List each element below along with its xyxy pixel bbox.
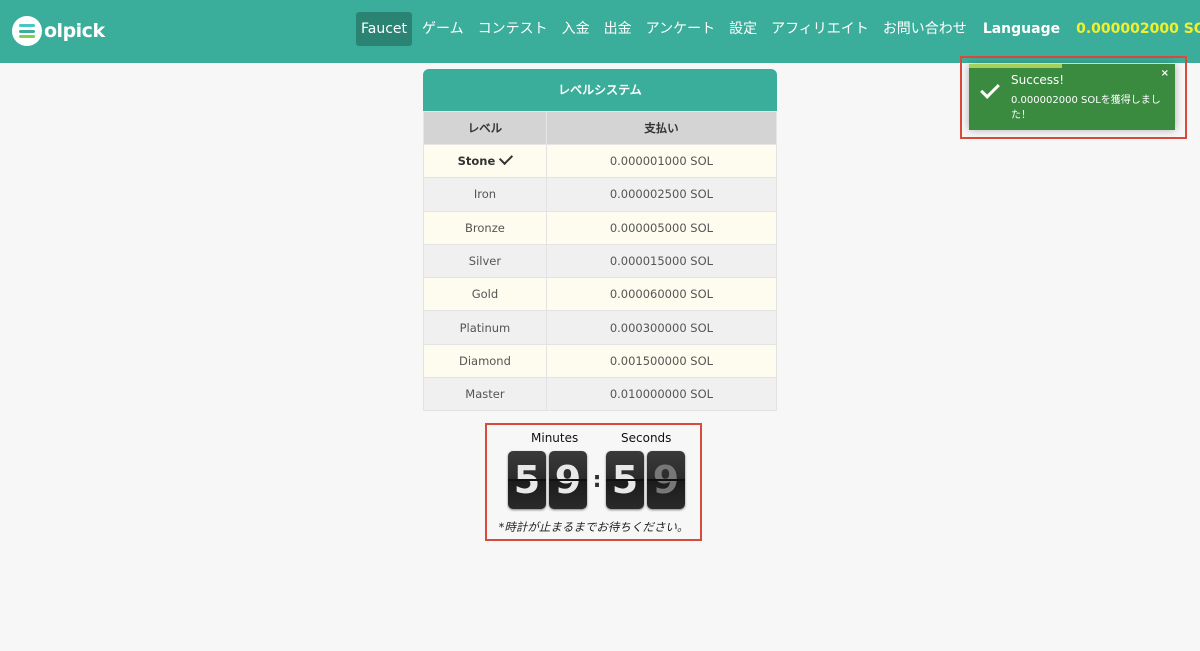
close-icon[interactable]: × <box>1161 68 1169 79</box>
toast-message: 0.000002000 SOLを獲得しました！ <box>1011 95 1161 121</box>
level-column-header: レベル <box>423 111 547 145</box>
level-system-title: レベルシステム <box>423 69 777 111</box>
toast-progress-bar <box>969 64 1062 68</box>
level-cell: Platinum <box>423 310 547 345</box>
table-row: Iron 0.000002500 SOL <box>423 177 778 212</box>
minutes-label: Minutes <box>531 431 579 445</box>
balance-display: 0.000002000 SOL <box>1076 21 1200 37</box>
solpick-logo[interactable]: olpick <box>12 14 105 48</box>
level-cell: Silver <box>423 243 547 279</box>
table-row: Bronze 0.000005000 SOL <box>423 210 778 245</box>
timer-separator: : <box>592 467 602 493</box>
countdown-timer: Minutes Seconds 5 9 : 5 9 *時計が止まるまでお待ちくだ… <box>485 423 702 541</box>
nav-games[interactable]: ゲーム <box>415 12 471 46</box>
language-dropdown[interactable]: Language <box>976 12 1067 46</box>
nav-deposit[interactable]: 入金 <box>555 12 597 46</box>
main-nav: Faucet ゲーム コンテスト 入金 出金 アンケート 設定 アフィリエイト … <box>356 12 1200 46</box>
payout-cell: 0.000005000 SOL <box>545 210 778 245</box>
toast-highlight: × Success! 0.000002000 SOLを獲得しました！ <box>960 56 1187 139</box>
timer-digits: 5 9 : 5 9 <box>508 451 688 509</box>
payout-cell: 0.010000000 SOL <box>545 377 778 412</box>
nav-settings[interactable]: 設定 <box>722 12 764 46</box>
check-icon <box>499 151 514 166</box>
top-navbar: olpick Faucet ゲーム コンテスト 入金 出金 アンケート 設定 ア… <box>0 0 1200 63</box>
level-cell: Diamond <box>423 343 547 379</box>
payout-cell: 0.000300000 SOL <box>545 310 778 345</box>
minutes-ones-digit: 9 <box>549 451 587 509</box>
minutes-tens-digit: 5 <box>508 451 546 509</box>
nav-withdraw[interactable]: 出金 <box>597 12 639 46</box>
seconds-ones-digit: 9 <box>647 451 685 509</box>
logo-text: olpick <box>44 20 105 42</box>
table-row: Master 0.010000000 SOL <box>423 377 778 412</box>
level-name: Stone <box>457 154 496 169</box>
success-toast[interactable]: × Success! 0.000002000 SOLを獲得しました！ <box>969 64 1175 130</box>
table-row: Diamond 0.001500000 SOL <box>423 343 778 379</box>
level-table: レベル 支払い Stone 0.000001000 SOL Iron 0.000… <box>423 111 778 412</box>
level-cell: Iron <box>423 177 547 212</box>
payout-cell: 0.000001000 SOL <box>545 143 778 179</box>
table-row: Platinum 0.000300000 SOL <box>423 310 778 345</box>
payout-cell: 0.000060000 SOL <box>545 277 778 312</box>
table-row: Silver 0.000015000 SOL <box>423 243 778 279</box>
payout-cell: 0.000002500 SOL <box>545 177 778 212</box>
payout-cell: 0.001500000 SOL <box>545 343 778 379</box>
nav-contact[interactable]: お問い合わせ <box>876 12 974 46</box>
level-system-card: レベルシステム レベル 支払い Stone 0.000001000 SOL Ir… <box>423 69 778 412</box>
timer-note: *時計が止まるまでお待ちください。 <box>498 520 689 534</box>
nav-survey[interactable]: アンケート <box>639 12 722 46</box>
level-cell: Bronze <box>423 210 547 245</box>
nav-affiliate[interactable]: アフィリエイト <box>764 12 876 46</box>
table-row: Gold 0.000060000 SOL <box>423 277 778 312</box>
level-cell: Gold <box>423 277 547 312</box>
nav-contest[interactable]: コンテスト <box>471 12 555 46</box>
toast-title: Success! <box>1011 73 1065 87</box>
payout-column-header: 支払い <box>545 111 778 145</box>
level-cell: Stone <box>423 143 547 179</box>
check-icon <box>980 79 1000 99</box>
table-row: Stone 0.000001000 SOL <box>423 143 778 179</box>
payout-cell: 0.000015000 SOL <box>545 243 778 279</box>
nav-faucet[interactable]: Faucet <box>356 12 413 46</box>
solana-logo-icon <box>12 16 42 46</box>
seconds-label: Seconds <box>621 431 672 445</box>
level-cell: Master <box>423 377 547 412</box>
seconds-tens-digit: 5 <box>606 451 644 509</box>
